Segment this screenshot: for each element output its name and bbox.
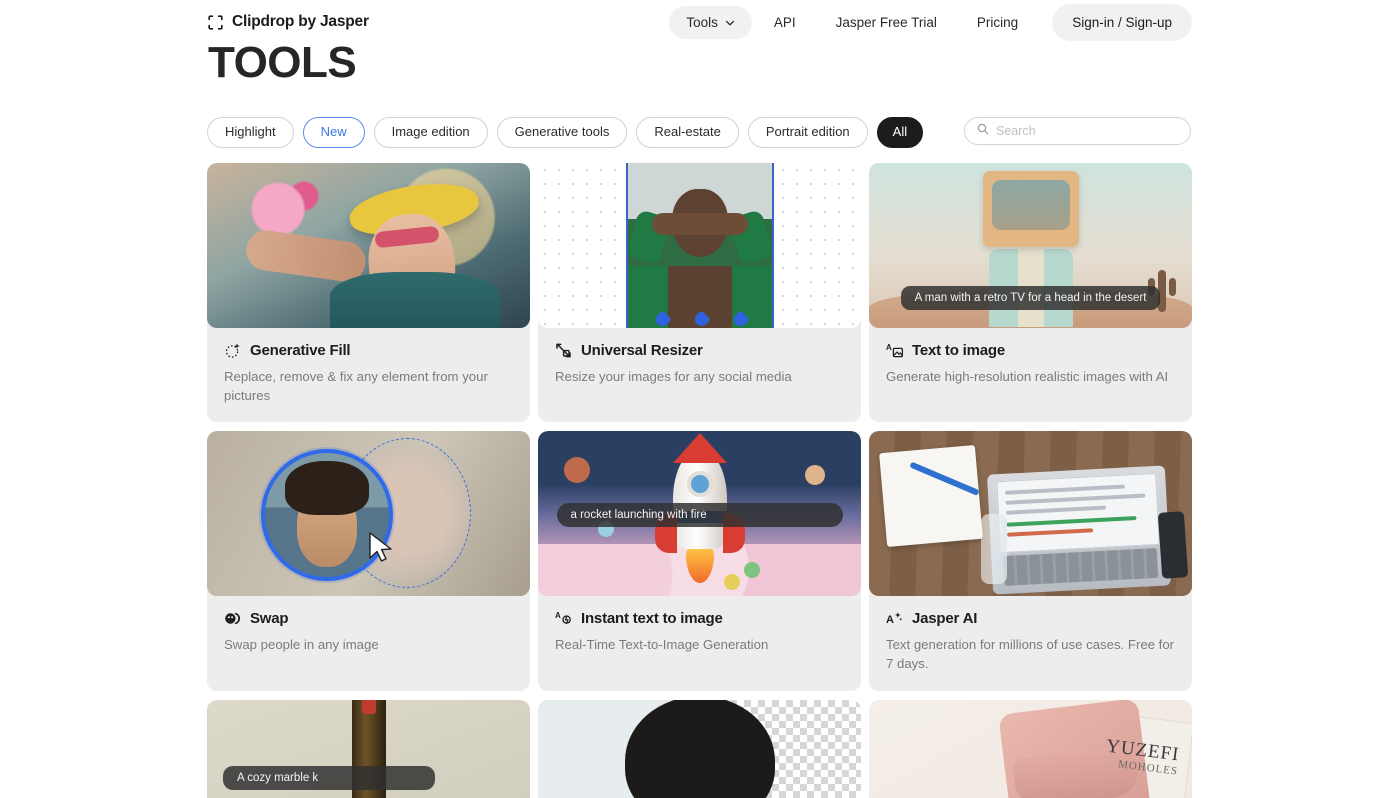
tool-card-title-row: Generative Fill: [224, 342, 513, 359]
search-input[interactable]: [996, 124, 1178, 138]
filter-pill-real-estate[interactable]: Real-estate: [636, 117, 739, 149]
tool-card-jasper-ai[interactable]: A Jasper AI Text generation for millions…: [869, 431, 1192, 691]
filter-pill-portrait-edition[interactable]: Portrait edition: [747, 117, 868, 149]
filter-pill-new[interactable]: New: [302, 117, 365, 149]
tool-card-instant-text-to-image[interactable]: a rocket launching with fire A Instant t…: [538, 431, 861, 691]
resize-arrows-icon: [555, 342, 572, 359]
tool-card-body: A Text to image Generate high-resolution…: [869, 328, 1192, 404]
tool-card-remove-background[interactable]: [538, 699, 861, 798]
nav-item-api[interactable]: API: [756, 6, 814, 39]
chevron-down-icon: [725, 16, 735, 26]
tool-card-media: [538, 699, 861, 798]
tool-card-universal-resizer[interactable]: Universal Resizer Resize your images for…: [538, 163, 861, 423]
tool-card-media: [207, 163, 530, 328]
nav-item-tools-label: Tools: [686, 14, 718, 30]
tool-card-title: Jasper AI: [912, 610, 978, 628]
tool-card-title: Universal Resizer: [581, 342, 703, 359]
tool-card-title-row: Swap: [224, 610, 513, 627]
tool-card-description: Text generation for millions of use case…: [886, 637, 1175, 672]
tool-card-media: [538, 163, 861, 328]
search-box[interactable]: [964, 117, 1191, 145]
tool-card-swap[interactable]: Swap Swap people in any image: [207, 431, 530, 691]
tool-card-media: [869, 431, 1192, 597]
tool-card-body: A Jasper AI Text generation for millions…: [869, 596, 1192, 690]
sparkle-circle-icon: [224, 342, 241, 359]
tool-card-title-row: A Text to image: [886, 342, 1175, 359]
tool-card-description: Real-Time Text-to-Image Generation: [555, 637, 769, 653]
tool-card-body: Generative Fill Replace, remove & fix an…: [207, 328, 530, 422]
text-sparkle-icon: A: [886, 610, 903, 627]
tool-card-description: Generate high-resolution realistic image…: [886, 369, 1169, 384]
instant-text-image-icon: A: [555, 610, 572, 627]
nav-item-tools[interactable]: Tools: [669, 5, 752, 39]
tool-card-title: Generative Fill: [250, 342, 351, 359]
tool-card-relight[interactable]: A cozy marble k: [207, 699, 530, 798]
tool-card-description: Resize your images for any social media: [555, 369, 792, 384]
nav-item-pricing[interactable]: Pricing: [959, 6, 1036, 39]
tool-card-title: Text to image: [912, 342, 1005, 359]
tool-card-product-photography[interactable]: YUZEFI MOHOLES: [869, 699, 1192, 798]
tool-card-body: Universal Resizer Resize your images for…: [538, 328, 861, 404]
tool-card-body: A Instant text to image Real-Time Text-t…: [538, 596, 861, 672]
tool-card-body: Swap Swap people in any image: [207, 596, 530, 672]
clipdrop-logo-icon: [208, 14, 223, 30]
clipdrop-tools-page: Clipdrop by Jasper Tools API Jasper Free…: [0, 0, 1400, 798]
prompt-overlay-chip: A man with a retro TV for a head in the …: [900, 286, 1161, 310]
tool-card-description: Swap people in any image: [224, 637, 379, 653]
tool-card-media: YUZEFI MOHOLES: [869, 699, 1192, 798]
tool-card-media: A cozy marble k: [207, 699, 530, 798]
main-nav: Tools API Jasper Free Trial Pricing Sign…: [669, 3, 1192, 41]
tool-card-generative-fill[interactable]: Generative Fill Replace, remove & fix an…: [207, 163, 530, 423]
svg-text:A: A: [886, 614, 894, 626]
filter-pill-generative-tools[interactable]: Generative tools: [496, 117, 628, 149]
tool-card-media: a rocket launching with fire: [538, 431, 861, 597]
page-title: TOOLS: [208, 38, 357, 87]
tool-card-media: [207, 431, 530, 597]
nav-item-jasper-free-trial[interactable]: Jasper Free Trial: [818, 6, 955, 39]
brand-name: Clipdrop by Jasper: [232, 13, 369, 30]
tool-card-title-row: A Instant text to image: [555, 610, 844, 627]
tool-card-text-to-image[interactable]: A man with a retro TV for a head in the …: [869, 163, 1192, 423]
prompt-overlay-chip: a rocket launching with fire: [556, 503, 843, 528]
filter-pill-all[interactable]: All: [876, 117, 924, 149]
tool-card-title-row: A Jasper AI: [886, 610, 1175, 627]
filter-pill-group: Highlight New Image edition Generative t…: [207, 117, 924, 149]
brand[interactable]: Clipdrop by Jasper: [208, 13, 369, 31]
face-swap-icon: [224, 610, 241, 627]
svg-text:A: A: [886, 343, 892, 352]
tools-grid: Generative Fill Replace, remove & fix an…: [207, 163, 1197, 798]
tool-card-title: Swap: [250, 610, 289, 628]
text-image-icon: A: [886, 342, 904, 359]
tool-card-media: A man with a retro TV for a head in the …: [869, 163, 1192, 328]
tool-card-title: Instant text to image: [581, 610, 723, 628]
cursor-pointer-icon: [367, 531, 397, 565]
tool-card-description: Replace, remove & fix any element from y…: [224, 369, 488, 403]
search-icon: [977, 122, 989, 140]
filter-pill-image-edition[interactable]: Image edition: [373, 117, 488, 149]
tool-card-title-row: Universal Resizer: [555, 342, 844, 359]
sign-in-sign-up-button[interactable]: Sign-in / Sign-up: [1052, 3, 1192, 41]
filter-pill-highlight[interactable]: Highlight: [207, 117, 294, 149]
svg-text:A: A: [555, 611, 561, 620]
prompt-overlay-chip: A cozy marble k: [223, 765, 435, 790]
